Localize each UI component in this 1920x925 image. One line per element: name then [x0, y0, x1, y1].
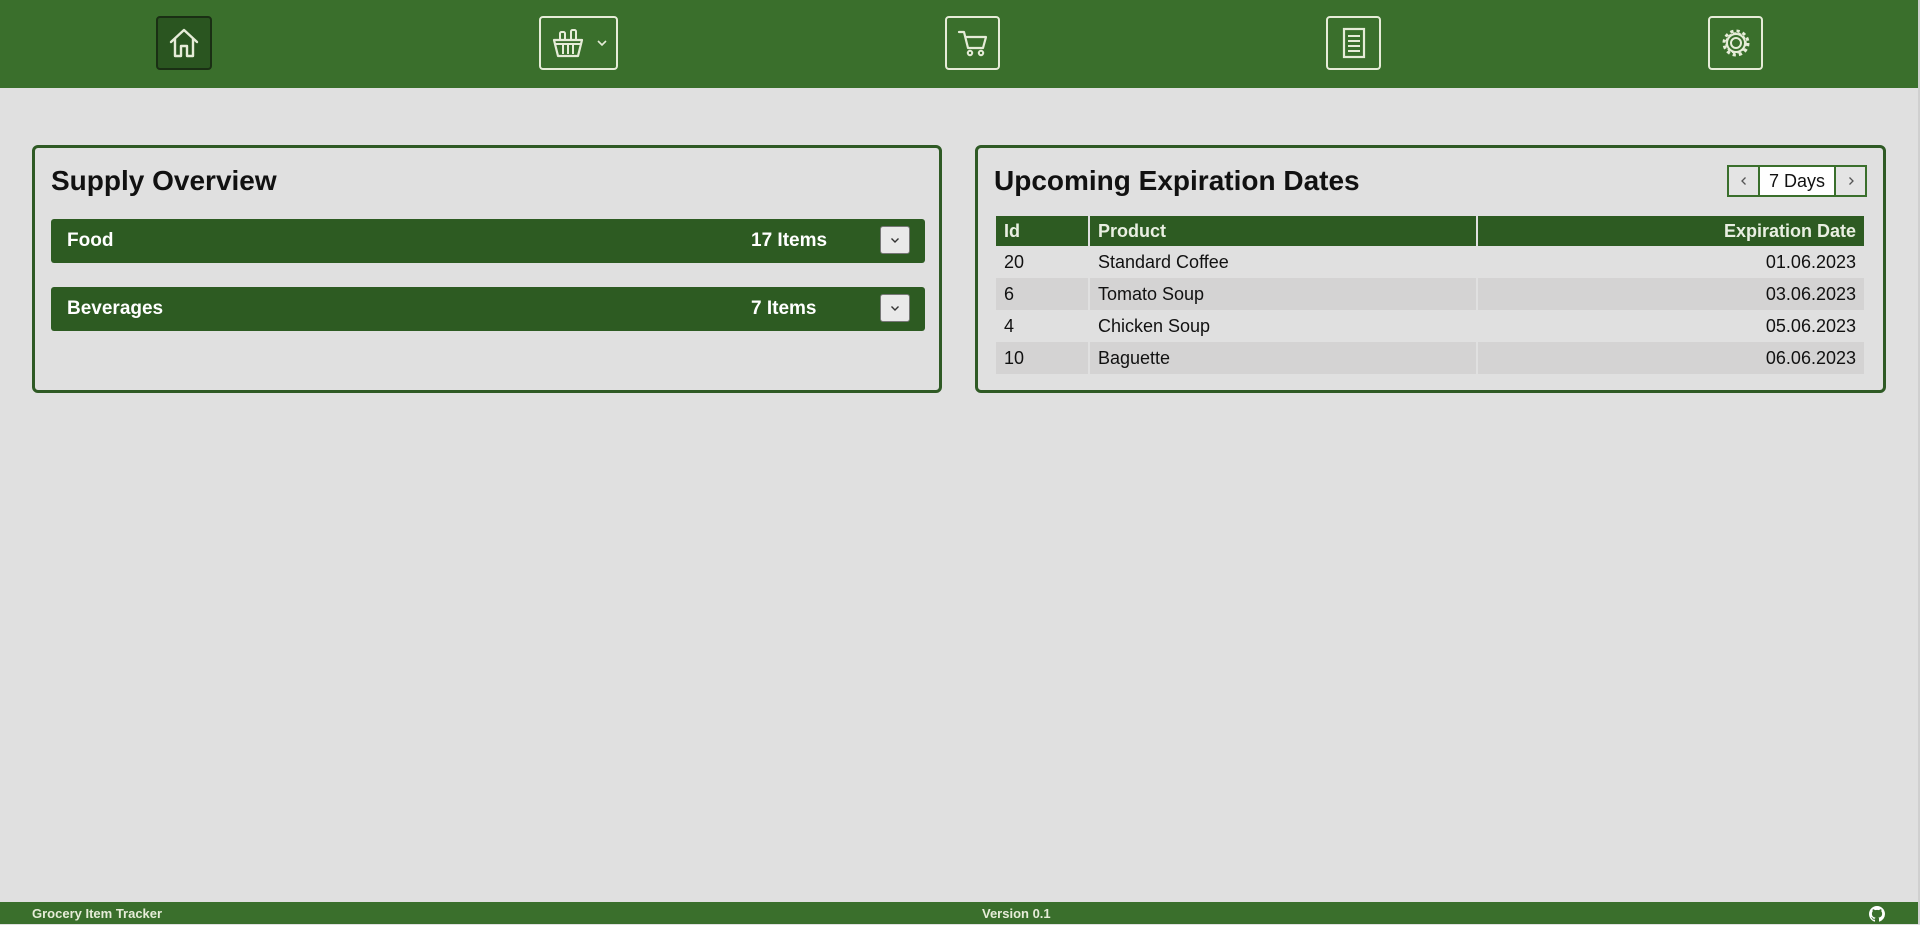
cell-date: 06.06.2023: [1478, 342, 1864, 374]
chevron-left-icon: [1740, 177, 1746, 185]
chevron-down-icon: [891, 306, 899, 311]
expand-beverages-button[interactable]: [880, 294, 910, 322]
table-row: 20 Standard Coffee 01.06.2023: [996, 246, 1864, 278]
expiration-title: Upcoming Expiration Dates: [994, 165, 1360, 196]
column-header-product[interactable]: Product: [1090, 216, 1476, 246]
category-row-food[interactable]: Food 17 Items: [51, 219, 925, 263]
expand-food-button[interactable]: [880, 226, 910, 254]
supply-overview-title: Supply Overview: [51, 165, 277, 196]
column-header-id[interactable]: Id: [996, 216, 1088, 246]
footer-version: Version 0.1: [982, 906, 1051, 921]
category-count: 17 Items: [751, 230, 828, 251]
category-name: Beverages: [67, 298, 164, 319]
cell-id: 20: [1004, 251, 1025, 272]
supply-overview-card: Supply Overview Food 17 Items Beverages …: [32, 145, 942, 393]
document-icon: [1342, 27, 1365, 59]
period-value: 7 Days: [1760, 167, 1834, 195]
category-row-beverages[interactable]: Beverages 7 Items: [51, 287, 925, 331]
nav-home-button[interactable]: [156, 16, 212, 70]
cell-product: Baguette: [1090, 342, 1476, 374]
cell-id: 6: [996, 278, 1088, 310]
nav-supplies-dropdown[interactable]: [539, 16, 618, 70]
cell-product: Standard Coffee: [1098, 251, 1229, 272]
column-header-date[interactable]: Expiration Date: [1478, 216, 1864, 246]
chevron-down-icon: [597, 40, 607, 47]
gear-icon: [1722, 29, 1749, 57]
cell-date: 05.06.2023: [1765, 315, 1856, 336]
cell-id: 10: [996, 342, 1088, 374]
cart-icon: [957, 30, 987, 57]
cell-product: Tomato Soup: [1090, 278, 1476, 310]
expiration-card: Upcoming Expiration Dates 7 Days Id Prod…: [975, 145, 1886, 393]
category-name: Food: [67, 230, 114, 251]
period-selector: 7 Days: [1727, 165, 1867, 197]
cell-date: 03.06.2023: [1478, 278, 1864, 310]
table-row: 10 Baguette 06.06.2023: [996, 342, 1864, 374]
footer-bar: Grocery Item Tracker Version 0.1: [0, 902, 1918, 924]
footer-app-name: Grocery Item Tracker: [32, 906, 163, 921]
home-icon: [169, 28, 199, 58]
chevron-right-icon: [1848, 177, 1854, 185]
nav-settings-button[interactable]: [1708, 16, 1763, 70]
category-count: 7 Items: [751, 298, 817, 319]
table-row: 6 Tomato Soup 03.06.2023: [996, 278, 1864, 310]
top-nav-bar: [0, 0, 1918, 88]
nav-list-button[interactable]: [1326, 16, 1381, 70]
cell-product: Chicken Soup: [1098, 315, 1211, 336]
github-icon[interactable]: [1869, 906, 1885, 925]
chevron-down-icon: [891, 238, 899, 243]
expiration-table: Id Product Expiration Date 20 Standard C…: [994, 216, 1866, 374]
period-next-button[interactable]: [1834, 167, 1865, 195]
basket-icon: [552, 29, 584, 58]
table-row: 4 Chicken Soup 05.06.2023: [996, 310, 1864, 342]
cell-date: 01.06.2023: [1765, 251, 1856, 272]
table-header-row: Id Product Expiration Date: [996, 216, 1864, 246]
cell-id: 4: [1004, 315, 1015, 336]
nav-cart-button[interactable]: [945, 16, 1000, 70]
period-prev-button[interactable]: [1729, 167, 1760, 195]
